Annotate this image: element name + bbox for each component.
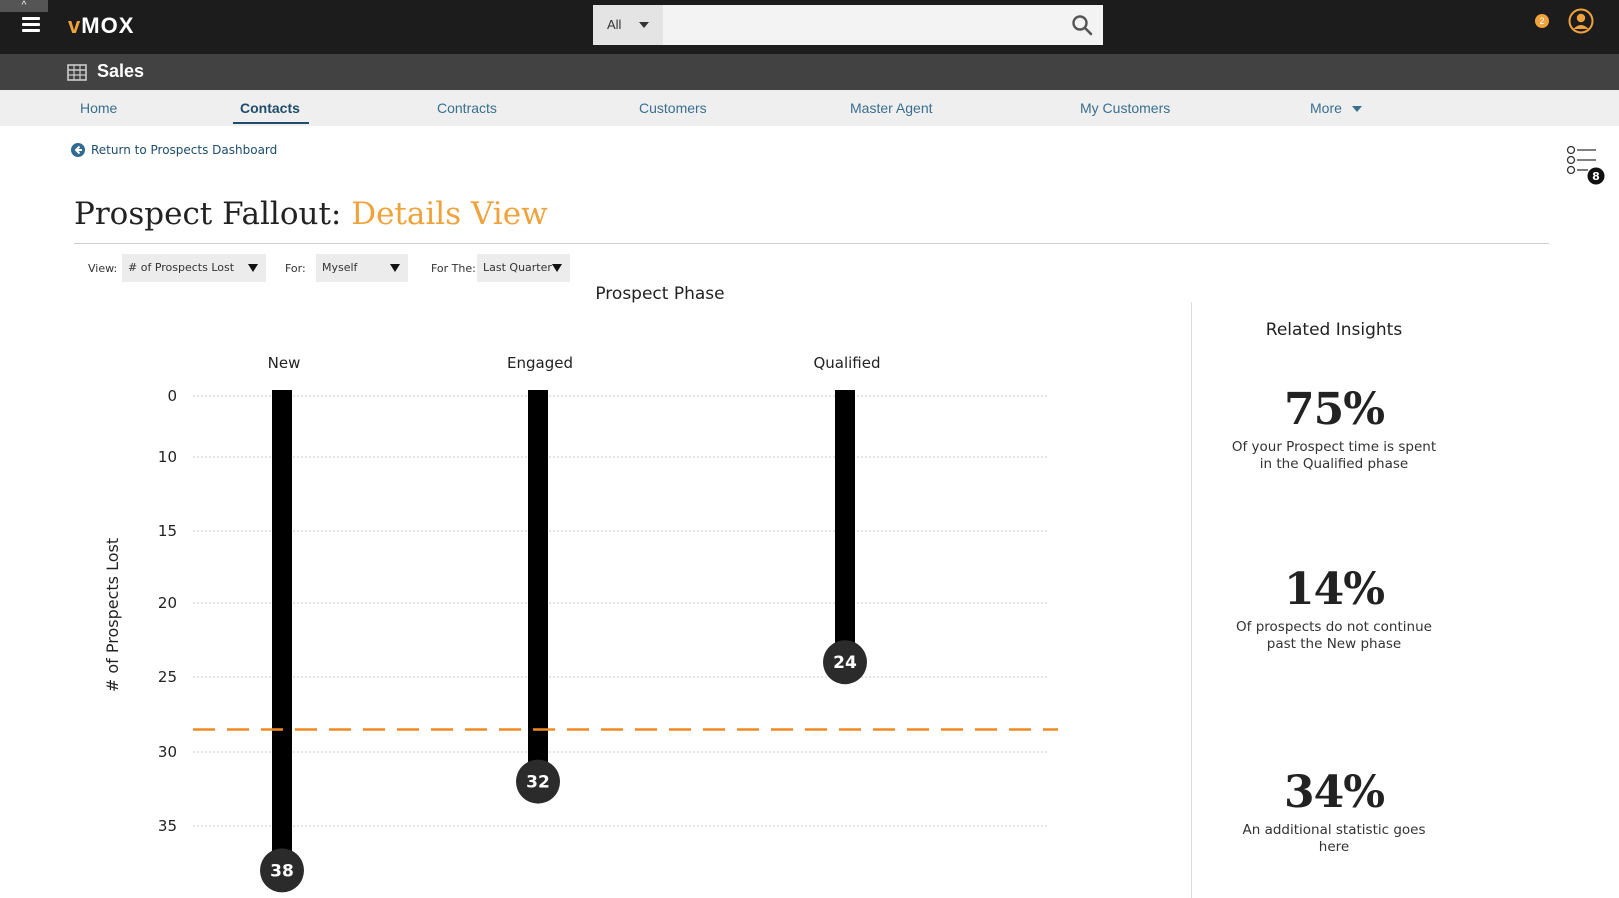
- search-scope-select[interactable]: All: [593, 5, 663, 45]
- y-axis-label: # of Prospects Lost: [103, 538, 122, 692]
- app-title: Sales: [97, 61, 145, 81]
- prospect-fallout-chart: Prospect Phase # of Prospects Lost 0 10 15 20…: [103, 285, 1058, 893]
- bar: [528, 390, 548, 782]
- title-divider: [74, 243, 1549, 244]
- page-title: Prospect Fallout: Details View: [74, 196, 548, 232]
- y-tick-label: 35: [158, 817, 177, 835]
- insight-value: 34%: [1283, 767, 1385, 818]
- data-label: 32: [526, 773, 550, 793]
- nav-item-contracts[interactable]: Contracts: [437, 100, 497, 116]
- bar: [272, 390, 292, 871]
- chart-title: Prospect Phase: [595, 285, 724, 304]
- notification-badge[interactable]: 2: [1535, 14, 1549, 28]
- y-tick-label: 0: [167, 387, 177, 405]
- active-tab-indicator: [233, 122, 309, 124]
- bar: [835, 390, 855, 663]
- category-label: Qualified: [813, 354, 880, 372]
- filter-count-badge: 8: [1592, 170, 1600, 183]
- nav-item-contacts[interactable]: Contacts: [240, 100, 300, 116]
- view-select-value: # of Prospects Lost: [128, 261, 235, 274]
- for-the-select-value: Last Quarter: [483, 261, 552, 274]
- caret-down-icon: [552, 264, 562, 272]
- for-label: For:: [285, 262, 306, 275]
- insight-text: Of your Prospect time is spent in the Qu…: [1231, 439, 1437, 472]
- caret-down-icon: [390, 264, 400, 272]
- for-select[interactable]: Myself: [316, 254, 408, 282]
- user-avatar-icon[interactable]: [1568, 8, 1594, 34]
- top-bar: ^ vMOX All 2: [0, 0, 1619, 54]
- insight-card: 14% Of prospects do not continue past th…: [1230, 564, 1438, 653]
- insight-text: An additional statistic goes here: [1242, 822, 1426, 855]
- nav-more-label: More: [1310, 100, 1342, 116]
- for-select-value: Myself: [322, 261, 358, 274]
- search-scope-value: All: [607, 17, 622, 32]
- menu-icon[interactable]: [22, 17, 40, 33]
- view-label: View:: [88, 262, 118, 275]
- insight-value: 75%: [1283, 384, 1385, 435]
- data-label: 24: [833, 653, 857, 673]
- insights-divider: [1191, 302, 1192, 898]
- collapse-header-button[interactable]: ^: [0, 0, 48, 12]
- insight-card: 34% An additional statistic goes here: [1230, 767, 1438, 856]
- nav-item-my-customers[interactable]: My Customers: [1080, 100, 1170, 116]
- y-tick-label: 10: [158, 448, 177, 466]
- return-to-dashboard-link[interactable]: Return to Prospects Dashboard: [71, 143, 277, 157]
- search-bar: All: [593, 5, 1103, 45]
- y-tick-label: 15: [158, 522, 177, 540]
- chevron-down-icon: [1351, 106, 1362, 113]
- view-select[interactable]: # of Prospects Lost: [122, 254, 266, 282]
- chevron-down-icon: [639, 22, 649, 28]
- insights-title: Related Insights: [1265, 320, 1403, 340]
- related-insights-panel: Related Insights 75% Of your Prospect ti…: [1230, 314, 1438, 855]
- insight-card: 75% Of your Prospect time is spent in th…: [1230, 384, 1438, 473]
- y-tick-label: 20: [158, 594, 177, 612]
- back-arrow-icon: [71, 143, 85, 157]
- nav-item-customers[interactable]: Customers: [639, 100, 707, 116]
- search-input[interactable]: [667, 9, 1051, 43]
- app-logo: vMOX: [68, 13, 135, 38]
- for-the-select[interactable]: Last Quarter: [477, 254, 570, 282]
- insight-text: Of prospects do not continue past the Ne…: [1236, 619, 1432, 652]
- app-header: Sales: [0, 54, 1619, 90]
- caret-down-icon: [248, 264, 258, 272]
- y-tick-label: 25: [158, 668, 177, 686]
- back-link-label: Return to Prospects Dashboard: [91, 143, 278, 157]
- nav-item-master-agent[interactable]: Master Agent: [850, 100, 933, 116]
- sales-app-icon: [67, 64, 87, 81]
- page-title-accent: Details View: [351, 196, 548, 232]
- page-title-main: Prospect Fallout:: [74, 196, 342, 232]
- nav-item-more[interactable]: More: [1310, 100, 1362, 116]
- category-label: New: [268, 354, 301, 372]
- main-nav: Home Contacts Contracts Customers Master…: [0, 90, 1619, 126]
- y-tick-label: 30: [158, 743, 177, 761]
- insight-value: 14%: [1283, 564, 1385, 615]
- nav-item-home[interactable]: Home: [80, 100, 117, 116]
- data-label: 38: [270, 861, 294, 881]
- search-icon[interactable]: [1071, 14, 1093, 36]
- for-the-label: For The:: [431, 262, 476, 275]
- filter-list-icon[interactable]: 8: [1566, 145, 1608, 185]
- category-label: Engaged: [507, 354, 573, 372]
